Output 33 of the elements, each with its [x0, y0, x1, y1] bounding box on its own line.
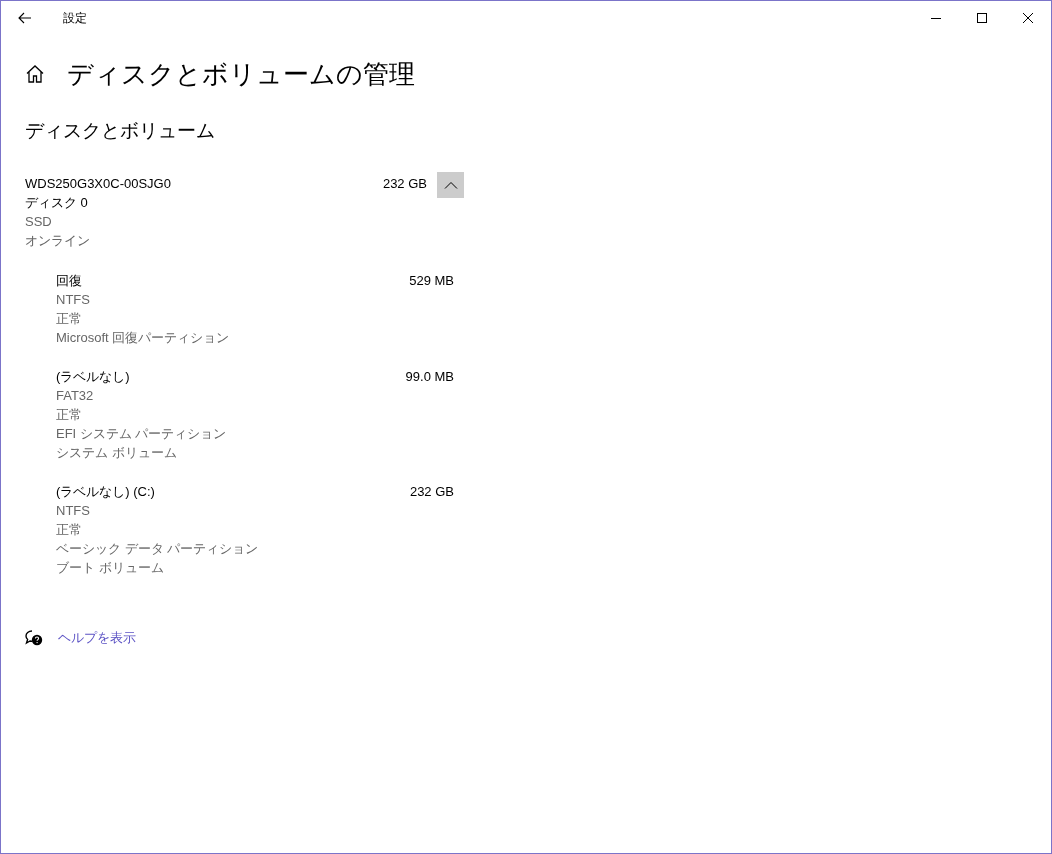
chevron-up-icon: [443, 181, 458, 189]
page-title: ディスクとボリュームの管理: [67, 57, 415, 91]
disk-name: WDS250G3X0C-00SJG0: [25, 175, 172, 191]
volume-size: 99.0 MB: [405, 368, 454, 386]
volume-detail: EFI システム パーティション: [56, 425, 228, 443]
chat-help-icon: [25, 630, 43, 646]
maximize-icon: [977, 13, 987, 23]
disk-detail: SSD: [25, 213, 53, 231]
volume-name: 回復: [56, 272, 83, 290]
volume-detail: 正常: [56, 406, 83, 424]
back-arrow-icon: [18, 12, 32, 24]
disk-label: ディスク 0: [25, 194, 89, 212]
volume-size: 232 GB: [409, 483, 454, 501]
volume-name: (ラベルなし): [56, 368, 131, 386]
volume-detail: NTFS: [56, 291, 91, 309]
volume-detail: ベーシック データ パーティション: [56, 540, 260, 558]
volume-detail: システム ボリューム: [56, 444, 178, 462]
close-icon: [1023, 13, 1033, 23]
volume-detail: 正常: [56, 310, 83, 328]
section-heading: ディスクとボリューム: [25, 119, 216, 143]
volume-name: (ラベルなし) (C:): [56, 483, 156, 501]
volume-detail: 正常: [56, 521, 83, 539]
volume-detail: FAT32: [56, 387, 95, 405]
disk-size: 232 GB: [382, 175, 427, 191]
collapse-button[interactable]: [437, 172, 464, 198]
volume-size: 529 MB: [409, 272, 454, 290]
help-link[interactable]: ヘルプを表示: [58, 629, 136, 647]
disk-detail: オンライン: [25, 232, 91, 250]
volume-detail: ブート ボリューム: [56, 559, 165, 577]
window-title: 設定: [63, 9, 88, 27]
volume-detail: Microsoft 回復パーティション: [56, 329, 231, 347]
home-icon[interactable]: [25, 64, 45, 84]
volume-detail: NTFS: [56, 502, 91, 520]
